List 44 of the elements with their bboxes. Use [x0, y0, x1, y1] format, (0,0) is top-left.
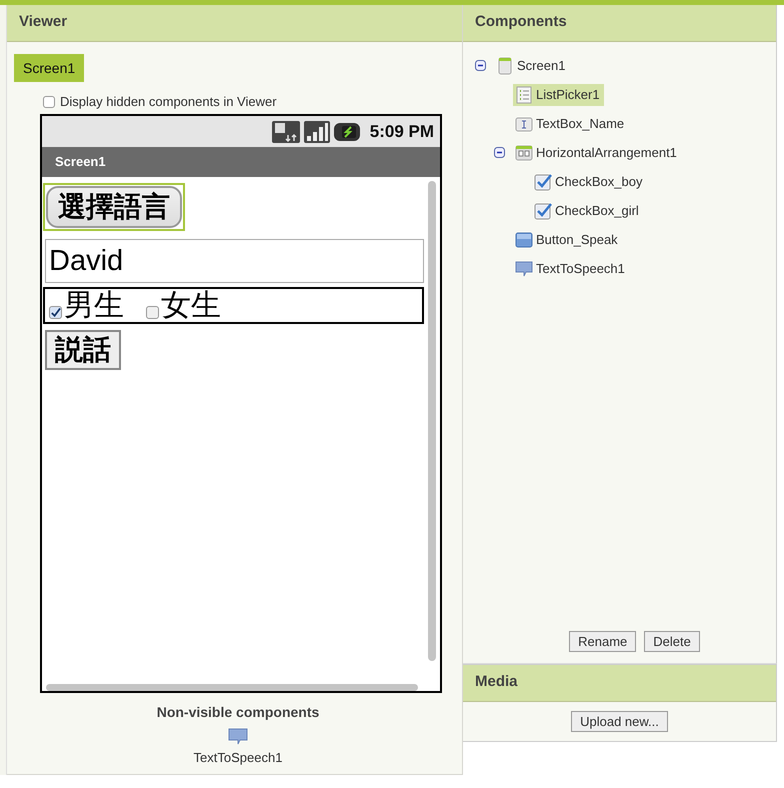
tree-item[interactable]: Screen1: [494, 54, 570, 76]
speech-bubble-icon: [228, 728, 248, 745]
checkbox-label: 男生: [64, 290, 124, 322]
screen-tab[interactable]: Screen1: [14, 54, 84, 82]
arrangement-icon: [515, 144, 533, 162]
tree-item[interactable]: HorizontalArrangement1: [513, 142, 681, 164]
scrollbar[interactable]: [46, 684, 418, 691]
tree-item[interactable]: Button_Speak: [513, 228, 622, 250]
list-icon: [515, 86, 533, 104]
tree-item[interactable]: TextBox_Name: [513, 112, 628, 134]
tree-item[interactable]: CheckBox_boy: [532, 170, 646, 192]
battery-icon: [334, 122, 360, 140]
text-cursor-icon: [515, 114, 533, 132]
app-title-bar: Screen1: [42, 147, 440, 177]
status-time: 5:09 PM: [370, 122, 434, 142]
checkbox-icon: [534, 172, 552, 190]
component-label: TextToSpeech1: [194, 750, 282, 765]
panel-title: Components: [463, 5, 776, 42]
list-picker-button[interactable]: 選擇語言: [46, 186, 182, 228]
panel-title: Media: [463, 664, 776, 702]
collapse-icon[interactable]: [494, 147, 505, 158]
action-button[interactable]: Rename: [569, 631, 636, 652]
checkbox[interactable]: [43, 96, 55, 108]
section-title: Non-visible components: [156, 704, 320, 720]
tree-item[interactable]: ListPicker1: [513, 84, 604, 106]
action-button[interactable]: Delete: [644, 631, 700, 652]
checkbox-icon: [534, 202, 552, 220]
upload-button[interactable]: Upload new...: [571, 711, 668, 732]
checkbox-label: 女生: [161, 290, 221, 322]
speech-bubble-icon: [515, 260, 533, 278]
signal-icon: [304, 120, 330, 142]
scrollbar[interactable]: [428, 181, 436, 661]
checkbox[interactable]: [146, 306, 159, 319]
checkbox-label: Display hidden components in Viewer: [60, 94, 277, 109]
speak-button[interactable]: 説話: [45, 330, 121, 370]
panel-title: Viewer: [7, 5, 462, 42]
checkbox[interactable]: [49, 306, 62, 319]
tree-item[interactable]: TextToSpeech1: [513, 258, 629, 280]
collapse-icon[interactable]: [475, 60, 486, 71]
text-box[interactable]: David: [45, 239, 424, 283]
phone-icon: [496, 56, 514, 74]
data-signal-icon: [272, 120, 300, 142]
button-icon: [515, 230, 533, 248]
tree-item[interactable]: CheckBox_girl: [532, 200, 643, 222]
